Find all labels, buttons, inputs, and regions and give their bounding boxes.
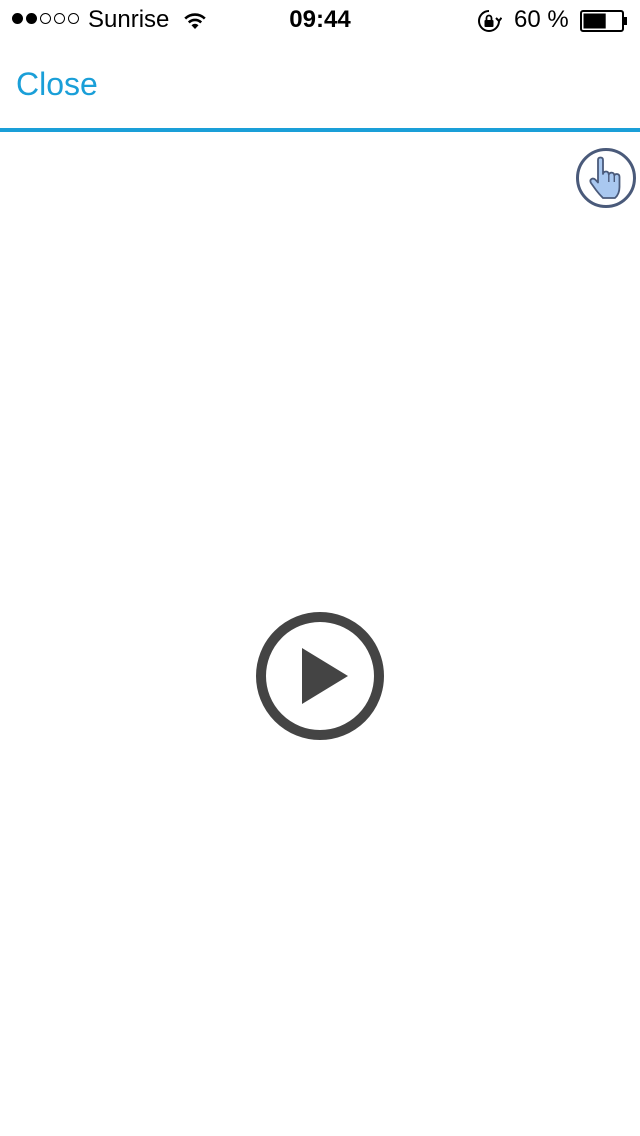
- rotation-lock-icon: [478, 10, 502, 32]
- navigation-bar: Close: [0, 40, 640, 128]
- play-icon[interactable]: [254, 610, 386, 742]
- pointing-hand-icon[interactable]: [575, 147, 637, 209]
- battery-level-fill: [583, 13, 606, 29]
- battery-icon: [580, 10, 627, 32]
- screen: Sunrise 09:44 60 % Close: [0, 0, 640, 1136]
- close-button[interactable]: Close: [16, 64, 98, 104]
- status-bar: Sunrise 09:44 60 %: [0, 0, 640, 40]
- video-content-area: [0, 132, 640, 1136]
- battery-percentage: 60 %: [514, 6, 569, 33]
